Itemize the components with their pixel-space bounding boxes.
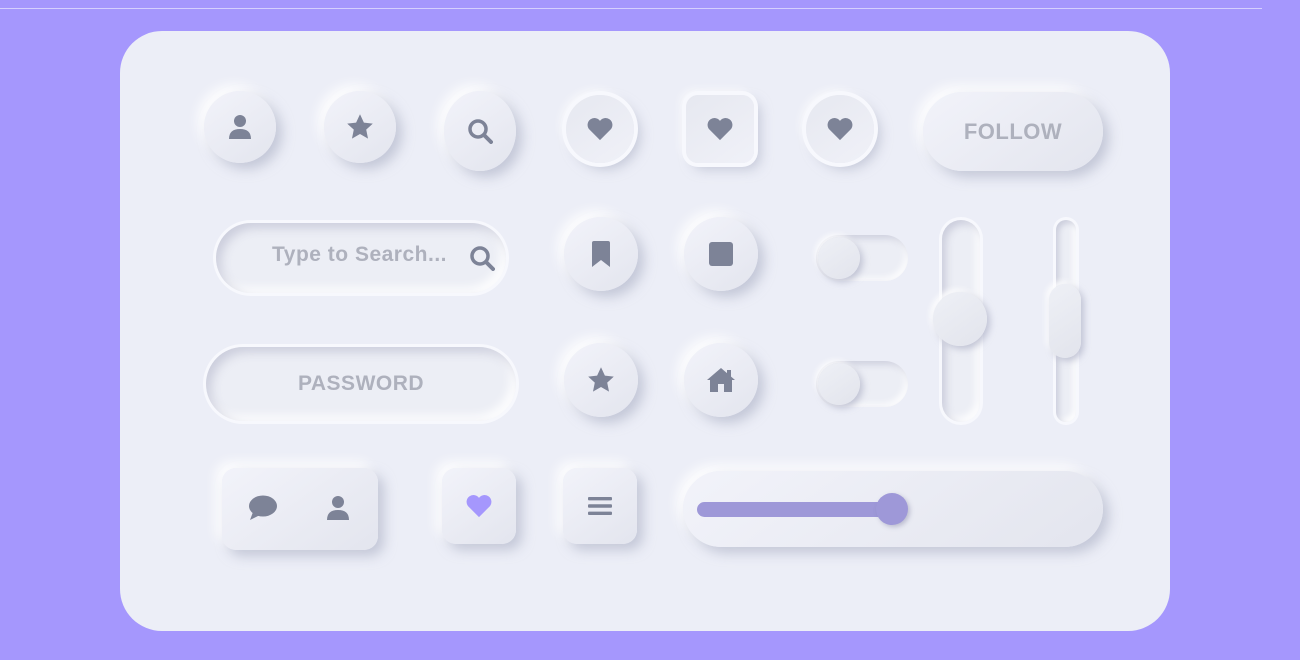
search-icon[interactable] [469,245,495,276]
password-field[interactable]: PASSWORD [206,347,516,421]
star-icon [345,113,375,141]
top-divider [0,8,1262,9]
toggle-switch-1[interactable] [816,235,908,281]
stop-icon [709,242,733,266]
toggle-switch-2[interactable] [816,361,908,407]
menu-icon [588,496,612,516]
follow-button[interactable]: FOLLOW [923,92,1103,171]
search-button[interactable] [444,91,516,171]
heart-button-circle-inset[interactable] [566,95,634,163]
user-button[interactable] [204,91,276,163]
star-icon [586,366,616,394]
menu-button[interactable] [563,468,637,544]
chat-icon[interactable] [248,495,278,526]
star-button[interactable] [324,91,396,163]
heart-button-circle[interactable] [806,95,874,163]
follow-label: FOLLOW [963,118,1063,144]
stop-button[interactable] [684,217,758,291]
vertical-slider-1-thumb[interactable] [933,292,987,346]
bookmark-button[interactable] [564,217,638,291]
range-slider-thumb[interactable] [876,493,908,525]
range-slider[interactable] [683,471,1103,547]
star-button-2[interactable] [564,343,638,417]
heart-icon [826,117,854,142]
heart-icon [586,117,614,142]
search-icon [467,118,493,144]
password-label: PASSWORD [297,372,425,395]
toggle-knob-1[interactable] [818,237,860,279]
heart-button-square[interactable] [686,95,754,163]
heart-icon [706,117,734,142]
search-bar[interactable]: Type to Search... [216,223,506,293]
vertical-slider-2-thumb[interactable] [1049,284,1081,358]
icon-group [222,468,378,550]
user-icon[interactable] [326,495,350,526]
heart-icon [465,494,493,519]
home-button[interactable] [684,343,758,417]
bookmark-icon [591,241,611,267]
toggle-knob-2[interactable] [818,363,860,405]
search-input[interactable]: Type to Search... [272,243,447,267]
neumorphic-card: FOLLOW Type to Search... PASSWORD [120,31,1170,631]
vertical-slider-2[interactable] [1049,220,1081,422]
heart-favorite-button[interactable] [442,468,516,544]
home-icon [706,367,736,393]
vertical-slider-1[interactable] [933,220,987,422]
user-icon [228,114,252,140]
